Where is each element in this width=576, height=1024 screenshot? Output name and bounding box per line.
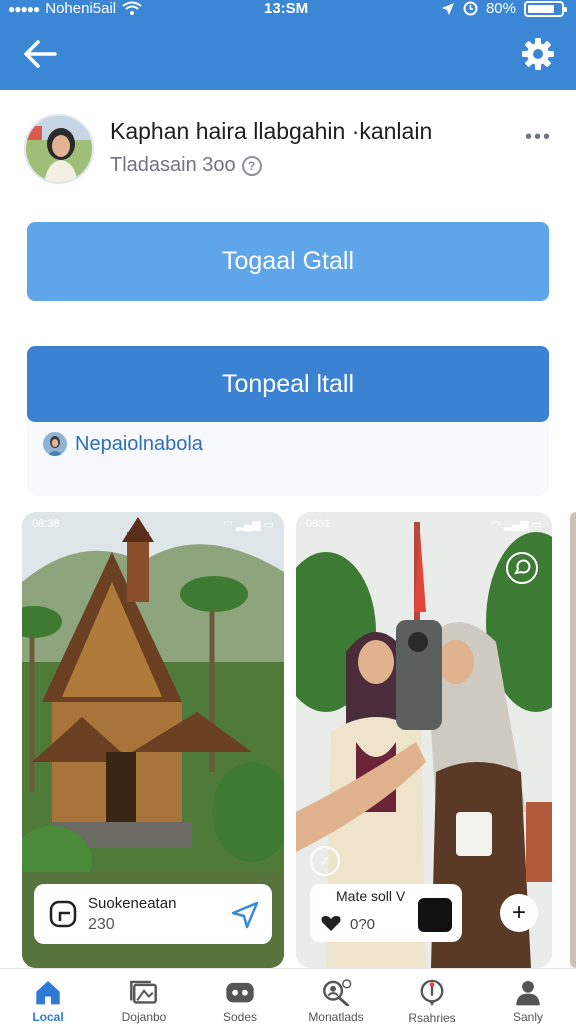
card-status-icons: ◠ ▂▄▆ ▭: [223, 519, 274, 531]
profile-name: Kaphan haira llabgahin ·kanlain: [110, 118, 433, 144]
bottom-nav: Local Dojanbo Sodes Monatlads Rsahries S…: [0, 968, 576, 1024]
subtitle-text: Tladasain 3oo: [110, 154, 236, 176]
add-button[interactable]: +: [500, 894, 538, 932]
alarm-icon: [463, 1, 478, 16]
nav-item-monatlads[interactable]: Monatlads: [288, 969, 384, 1024]
media-card-temple[interactable]: 08:38 ◠ ▂▄▆ ▭ Suokeneatan 230: [22, 512, 284, 968]
caption-title: Mate soll V: [336, 888, 406, 904]
location-arrow-icon: [441, 2, 454, 15]
nav-label: Sodes: [222, 1010, 258, 1024]
nav-label: Dojanbo: [121, 1010, 167, 1024]
back-button[interactable]: [18, 34, 62, 74]
secondary-action-button[interactable]: Tonpeal ltall: [27, 346, 549, 422]
check-icon: ✓: [319, 852, 331, 869]
caption-count: 230: [88, 915, 115, 933]
card-status-bar: 08:38 ◠ ▂▄▆ ▭: [32, 518, 274, 531]
nav-item-sodes[interactable]: Sodes: [192, 969, 288, 1024]
wifi-icon: [122, 1, 142, 15]
select-check-button[interactable]: ✓: [310, 846, 340, 876]
heart-check-icon: [321, 916, 341, 931]
nav-label: Sanly: [512, 1010, 544, 1024]
battery-percent: 80%: [485, 0, 516, 17]
location-icon: [420, 979, 444, 1007]
signal-dots: ●●●●●: [8, 1, 40, 16]
battery-icon: [524, 0, 567, 17]
more-options-button[interactable]: •••: [525, 126, 552, 149]
comment-button[interactable]: [506, 552, 538, 584]
person-icon: [516, 980, 540, 1006]
app-header: ●●●●● Noheni5ail 13:SM 80%: [0, 0, 576, 90]
nav-label: Rsahries: [408, 1010, 456, 1024]
plus-icon: +: [511, 899, 526, 926]
nav-item-sanly[interactable]: Sanly: [480, 969, 576, 1024]
card-status-icons: ◠ ▂▄▆ ▭: [491, 519, 542, 531]
profile-section: Kaphan haira llabgahin ·kanlain Tladasai…: [0, 90, 576, 220]
gear-icon: [522, 38, 554, 70]
battery-fill: [528, 4, 554, 13]
info-icon[interactable]: ?: [241, 155, 262, 176]
nav-item-local[interactable]: Local: [0, 969, 96, 1024]
carrier-name: Noheni5ail: [45, 0, 117, 17]
stop-button[interactable]: [418, 898, 452, 932]
media-card-selfie[interactable]: 0931 ◠ ▂▄▆ ▭ ✓ Mate soll V 0?0 +: [296, 512, 552, 968]
profile-subtitle: Tladasain 3oo ?: [110, 154, 262, 177]
card-time: 08:38: [32, 518, 60, 530]
gallery-icon: [130, 980, 157, 1004]
profile-link[interactable]: Nepaiolnabola: [43, 432, 203, 456]
chat-bubble-icon: [514, 559, 531, 575]
status-time: 13:SM: [264, 0, 309, 17]
caption-title: Suokeneatan: [88, 894, 177, 912]
secondary-action-card: Tonpeal ltall Nepaiolnabola: [27, 346, 549, 496]
status-bar: ●●●●● Noheni5ail 13:SM 80%: [0, 0, 576, 20]
search-people-icon: [323, 979, 352, 1007]
mini-avatar: [43, 432, 67, 456]
card-time: 0931: [306, 518, 331, 530]
nav-label: Local: [32, 1010, 64, 1024]
carrier-info: ●●●●● Noheni5ail: [8, 0, 142, 17]
card-status-bar: 0931 ◠ ▂▄▆ ▭: [306, 518, 542, 531]
arrow-left-icon: [24, 40, 57, 68]
caption-count: 0?0: [350, 916, 376, 933]
card-caption[interactable]: Suokeneatan 230: [34, 884, 272, 944]
status-right: 80%: [441, 0, 567, 17]
nav-item-dojanbo[interactable]: Dojanbo: [96, 969, 192, 1024]
settings-button[interactable]: [516, 32, 560, 76]
primary-action-button[interactable]: Togaal Gtall: [27, 222, 549, 301]
share-box-icon: [49, 900, 77, 928]
card-caption[interactable]: Mate soll V 0?0: [310, 884, 462, 942]
profile-link-label: Nepaiolnabola: [75, 432, 203, 455]
avatar[interactable]: [24, 114, 94, 184]
next-card-edge[interactable]: [570, 512, 576, 968]
home-icon: [36, 980, 60, 1005]
gamepad-icon: [226, 982, 254, 1003]
send-icon[interactable]: [230, 900, 260, 930]
nav-item-rsahries[interactable]: Rsahries: [384, 969, 480, 1024]
avatar-image: [26, 116, 92, 182]
nav-label: Monatlads: [308, 1010, 364, 1024]
